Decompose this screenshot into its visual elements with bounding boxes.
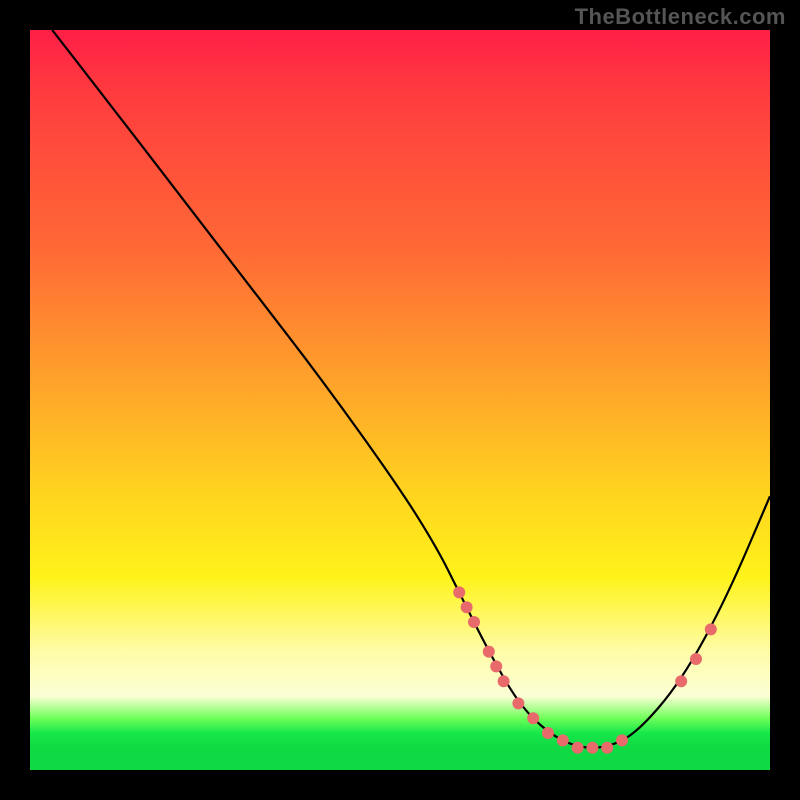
bottleneck-curve bbox=[52, 30, 770, 748]
data-marker bbox=[542, 727, 554, 739]
data-marker bbox=[468, 616, 480, 628]
data-marker bbox=[557, 734, 569, 746]
chart-frame: TheBottleneck.com bbox=[0, 0, 800, 800]
data-marker bbox=[461, 601, 473, 613]
curve-markers bbox=[453, 586, 717, 753]
data-marker bbox=[586, 742, 598, 754]
data-marker bbox=[490, 660, 502, 672]
data-marker bbox=[512, 697, 524, 709]
plot-area bbox=[30, 30, 770, 770]
data-marker bbox=[483, 646, 495, 658]
data-marker bbox=[675, 675, 687, 687]
data-marker bbox=[453, 586, 465, 598]
data-marker bbox=[498, 675, 510, 687]
watermark-text: TheBottleneck.com bbox=[575, 4, 786, 30]
data-marker bbox=[616, 734, 628, 746]
curve-svg bbox=[30, 30, 770, 770]
data-marker bbox=[705, 623, 717, 635]
data-marker bbox=[601, 742, 613, 754]
data-marker bbox=[572, 742, 584, 754]
data-marker bbox=[690, 653, 702, 665]
data-marker bbox=[527, 712, 539, 724]
